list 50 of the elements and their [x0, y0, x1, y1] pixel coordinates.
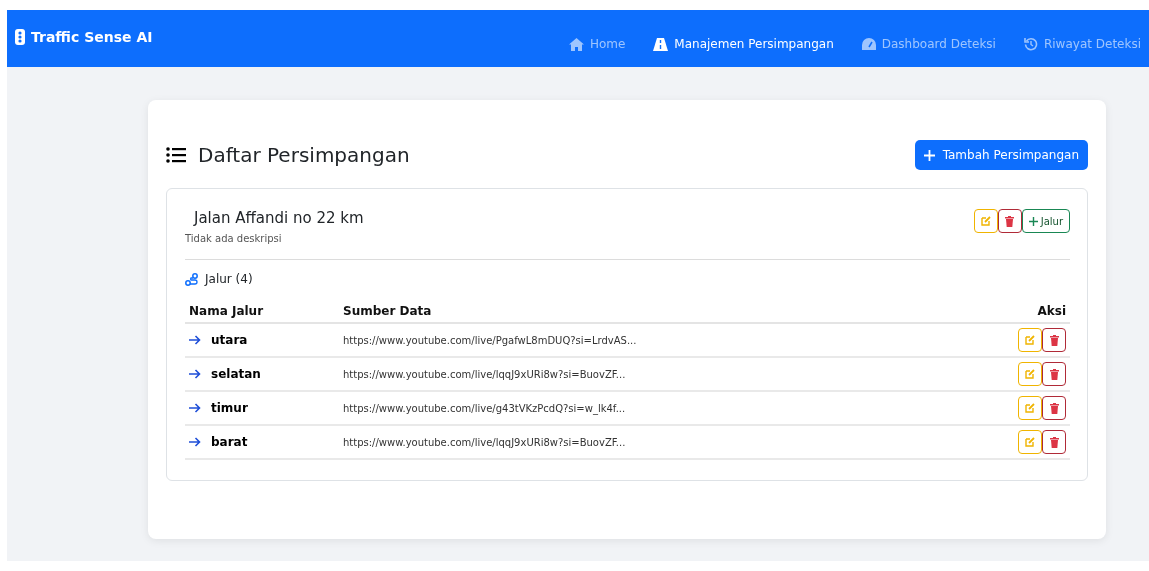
intersection-name: Jalan Affandi no 22 km: [192, 209, 364, 227]
nav-link[interactable]: Manajemen Persimpangan: [653, 37, 834, 51]
delete-button[interactable]: [1042, 328, 1066, 352]
column-header: Sumber Data: [339, 300, 982, 323]
arrow-right-icon: [189, 403, 201, 413]
nav-link[interactable]: Home: [568, 37, 626, 51]
add-intersection-button[interactable]: Tambah Persimpangan: [914, 140, 1088, 170]
edit-icon: [1025, 403, 1035, 413]
lanes-heading: Jalur (4): [205, 272, 253, 286]
list-icon: [166, 147, 186, 163]
lane-name: selatan: [211, 367, 261, 381]
trash-icon: [1005, 215, 1015, 227]
source-url: https://www.youtube.com/live/lqqJ9xURi8w?si=BuovZF...: [343, 369, 626, 380]
home-icon: [568, 37, 584, 51]
history-icon: [1023, 37, 1038, 51]
source-url: https://www.youtube.com/live/PgafwL8mDUQ?si=LrdvAS...: [343, 335, 637, 346]
lane-name: utara: [211, 333, 248, 347]
intersection-description: Tidak ada deskripsi: [185, 233, 283, 244]
brand-name[interactable]: Traffic Sense AI: [31, 29, 153, 45]
lane-name: barat: [211, 435, 248, 449]
edit-icon: [1025, 369, 1035, 379]
gauge-icon: [861, 37, 876, 51]
trash-icon: [1049, 402, 1059, 414]
delete-button[interactable]: [1042, 430, 1066, 454]
traffic-light-icon: [15, 29, 25, 45]
arrow-right-icon: [189, 335, 201, 345]
trash-icon: [1049, 368, 1059, 380]
add-lane-button[interactable]: Jalur: [1021, 209, 1070, 233]
delete-button[interactable]: [1042, 396, 1066, 420]
delete-button[interactable]: [1042, 362, 1066, 386]
lane-name: timur: [211, 401, 248, 415]
edit-icon: [1025, 437, 1035, 447]
nav-link[interactable]: Dashboard Deteksi: [861, 37, 996, 51]
road-icon: [653, 37, 669, 51]
source-url: https://www.youtube.com/live/g43tVKzPcdQ?si=w_lk4f...: [343, 403, 626, 414]
edit-icon: [1025, 335, 1035, 345]
column-header: Aksi: [982, 300, 1070, 323]
trash-icon: [1049, 436, 1059, 448]
arrow-right-icon: [189, 369, 201, 379]
route-icon: [185, 272, 198, 286]
page-title: Daftar Persimpangan: [198, 143, 410, 167]
column-header: Nama Jalur: [185, 300, 339, 323]
arrow-right-icon: [189, 437, 201, 447]
plus-icon: [923, 149, 935, 161]
plus-icon: [1028, 216, 1038, 226]
nav-link[interactable]: Riwayat Deteksi: [1023, 37, 1141, 51]
edit-icon: [980, 216, 991, 226]
source-url: https://www.youtube.com/live/lqqJ9xURi8w?si=BuovZF...: [343, 437, 626, 448]
trash-icon: [1049, 334, 1059, 346]
delete-button[interactable]: [997, 209, 1022, 233]
